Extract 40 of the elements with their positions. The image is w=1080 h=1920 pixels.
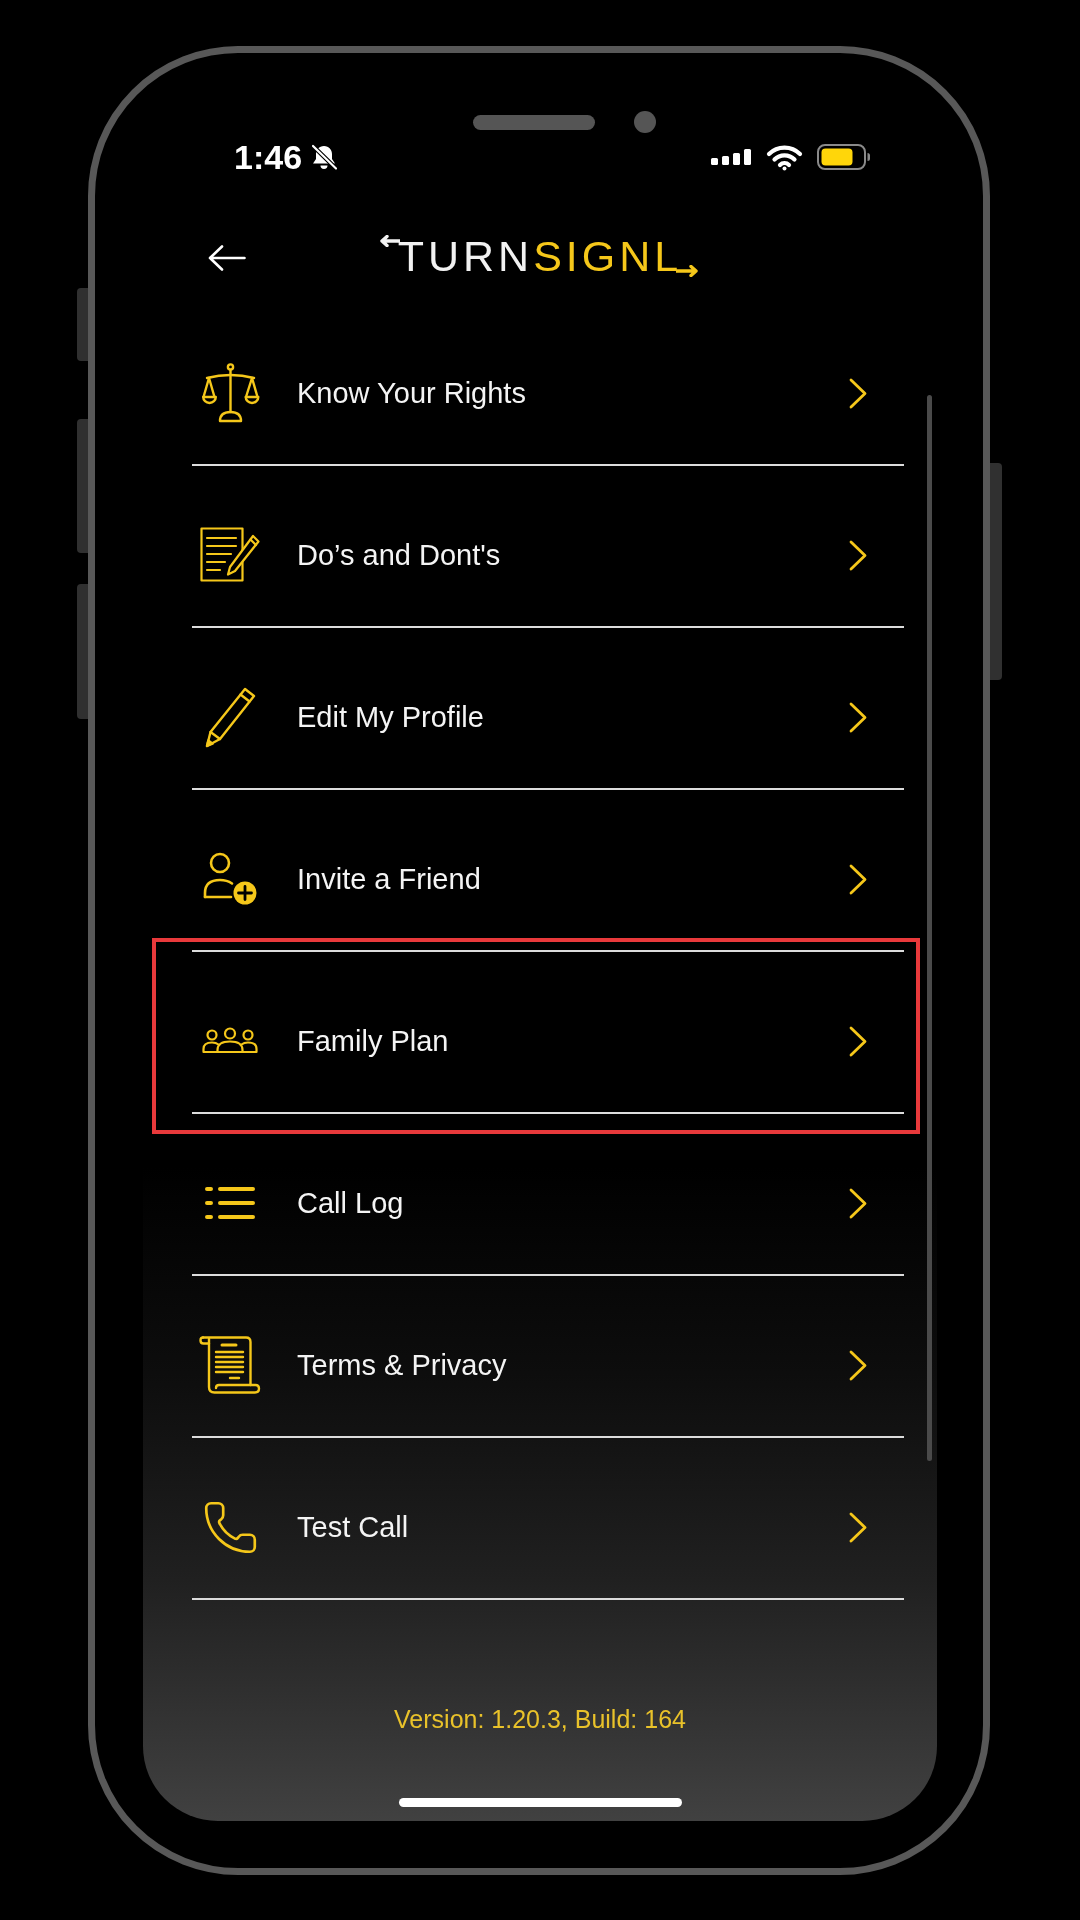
scroll-icon [199,1335,261,1395]
battery-icon [817,144,871,170]
scales-icon [201,362,259,424]
menu-item[interactable]: Know Your Rights [192,304,904,466]
side-button[interactable] [77,419,88,553]
menu-item[interactable]: Family Plan [192,952,904,1114]
chevron-right-icon [849,1025,867,1057]
chevron-right-icon [849,701,867,733]
bell-slash-icon [310,144,339,170]
list-icon [204,1185,256,1221]
phone-icon [204,1501,256,1553]
menu-item[interactable]: Do’s and Dont's [192,466,904,628]
group-icon [202,1028,258,1054]
logo-right-arrow-icon [676,264,699,277]
version-text: Version: 1.20.3, Build: 164 [394,1704,686,1734]
pencil-icon [204,686,256,748]
status-time: 1:46 [234,139,303,175]
menu-item[interactable]: Edit My Profile [192,628,904,790]
back-arrow-icon [208,245,246,271]
menu-item[interactable]: Test Call [192,1438,904,1600]
chevron-right-icon [849,1349,867,1381]
logo-left-arrow-icon [379,234,400,247]
logo-wordmark: TURN SIGNL [397,234,683,278]
signal-icon [711,149,752,165]
document-pencil-icon [200,527,260,583]
chevron-right-icon [849,539,867,571]
menu-item[interactable]: Invite a Friend [192,790,904,952]
side-button[interactable] [990,463,1002,680]
chevron-right-icon [849,1187,867,1219]
side-button[interactable] [77,288,88,361]
chevron-right-icon [849,377,867,409]
menu-item[interactable]: Call Log [192,1114,904,1276]
add-user-icon [202,852,258,906]
side-button[interactable] [77,584,88,719]
wifi-icon [766,143,803,171]
chevron-right-icon [849,1511,867,1543]
menu-item[interactable]: Terms & Privacy [192,1276,904,1438]
front-camera [634,111,656,133]
back-button[interactable] [208,245,246,271]
chevron-right-icon [849,863,867,895]
